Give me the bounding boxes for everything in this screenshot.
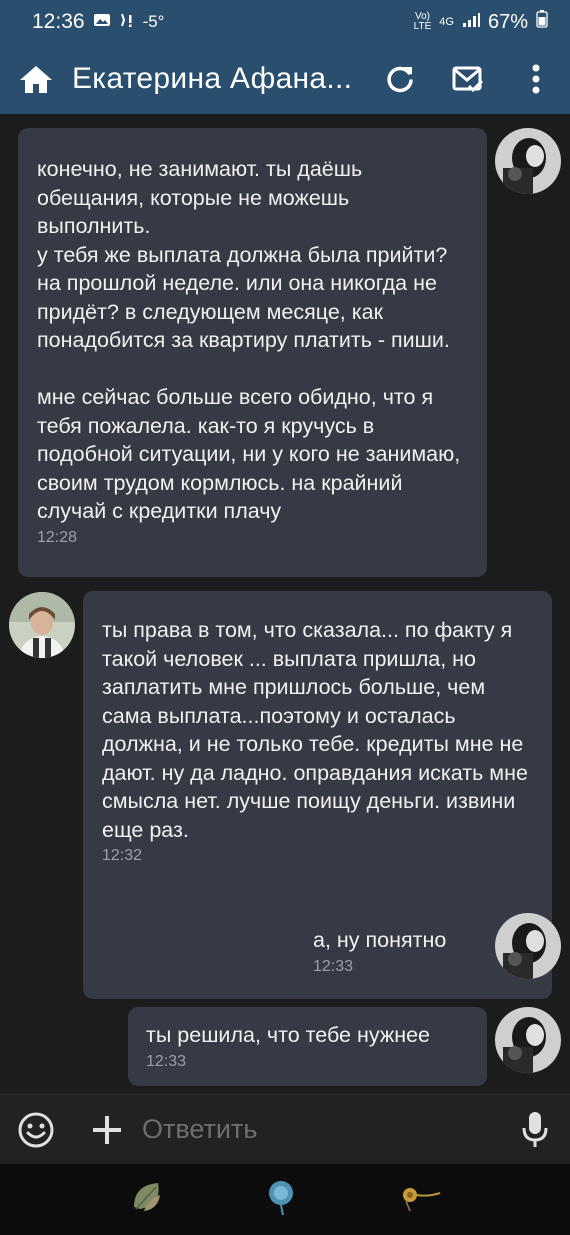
- refresh-button[interactable]: [366, 44, 434, 114]
- leaf-icon: [133, 1183, 160, 1211]
- dandelion-icon: [268, 1181, 293, 1216]
- flower-icon: [403, 1188, 441, 1212]
- status-bar: 12:36 -5° Vo) LTE 4G 67%: [0, 0, 570, 44]
- message-text: конечно, не занимают. ты даёшь обещания,…: [37, 157, 461, 523]
- signal-icon: [462, 11, 480, 34]
- notification-icon: [119, 12, 135, 33]
- message-text: а, ну понятно: [313, 928, 447, 952]
- message-text: ты решила, что тебе нужнее: [146, 1023, 430, 1047]
- avatar[interactable]: [495, 128, 561, 194]
- message-bubble[interactable]: конечно, не занимают. ты даёшь обещания,…: [18, 128, 487, 577]
- attach-button[interactable]: [72, 1115, 142, 1145]
- nav-home-button[interactable]: [263, 1177, 303, 1222]
- microphone-icon: [522, 1111, 548, 1147]
- voice-message-button[interactable]: [500, 1111, 570, 1149]
- gallery-icon: [93, 12, 111, 33]
- network-4g-label: 4G: [439, 16, 454, 28]
- status-time: 12:36: [32, 10, 85, 33]
- refresh-icon: [387, 66, 413, 93]
- composer: [0, 1094, 570, 1164]
- message-time: 12:33: [146, 1052, 187, 1070]
- more-button[interactable]: [502, 44, 570, 114]
- message-text: ты права в том, что сказала... по факту …: [102, 618, 528, 842]
- emoji-button[interactable]: [0, 1111, 72, 1149]
- mark-read-button[interactable]: [434, 44, 502, 114]
- more-vertical-icon: [532, 64, 540, 94]
- status-temperature: -5°: [142, 12, 165, 31]
- message-bubble[interactable]: ты решила, что тебе нужнее 12:33: [128, 1007, 487, 1086]
- nav-recents-button[interactable]: [398, 1177, 442, 1222]
- message-time: 12:28: [37, 528, 78, 546]
- avatar[interactable]: [495, 913, 561, 979]
- battery-icon: [536, 10, 548, 34]
- emoji-icon: [18, 1112, 54, 1147]
- nav-back-button[interactable]: [128, 1177, 168, 1222]
- message-list[interactable]: конечно, не занимают. ты даёшь обещания,…: [0, 114, 570, 1094]
- message-bubble[interactable]: а, ну понятно 12:33: [295, 913, 487, 994]
- battery-level: 67%: [487, 10, 528, 33]
- home-icon: [20, 66, 52, 93]
- reply-input[interactable]: [142, 1114, 500, 1145]
- home-button[interactable]: [0, 44, 72, 114]
- app-header: Екатерина Афана...: [0, 44, 570, 114]
- avatar[interactable]: [9, 592, 75, 658]
- message-time: 12:32: [102, 847, 143, 864]
- system-nav-bar: [0, 1164, 570, 1235]
- plus-icon: [93, 1115, 121, 1144]
- mail-check-icon: [452, 66, 484, 92]
- volte-icon: Vo) LTE: [413, 11, 432, 32]
- chat-title: Екатерина Афана...: [72, 62, 353, 95]
- avatar[interactable]: [495, 1007, 561, 1073]
- message-time: 12:33: [313, 957, 354, 975]
